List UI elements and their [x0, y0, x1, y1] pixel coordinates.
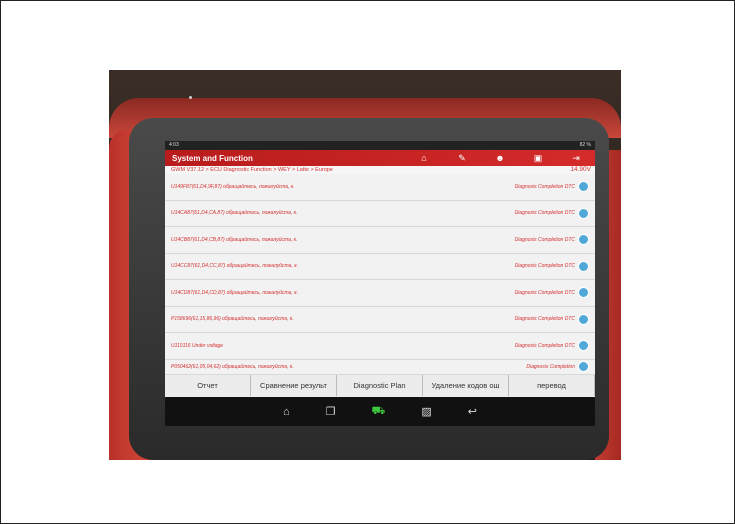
- gallery-icon[interactable]: ▨: [421, 405, 431, 418]
- compare-results-button[interactable]: Сравнение результ: [251, 375, 337, 396]
- dtc-code: U14CD87(61,D4,CD,87) обращайтесь, пожалу…: [171, 289, 298, 296]
- list-item[interactable]: U14CB87(61,D4,CB,87) обращайтесь, пожалу…: [165, 227, 595, 254]
- dtc-status: Diagnosis Completion DTC: [514, 263, 575, 270]
- back-icon[interactable]: ↩: [468, 405, 477, 418]
- dtc-list: U149F87(61,D4,9F,87) обращайтесь, пожалу…: [165, 174, 595, 375]
- search-icon[interactable]: [578, 260, 589, 272]
- breadcrumb: GWM V37.12 > ECU Diagnostic Function > W…: [165, 166, 595, 174]
- car-icon[interactable]: ⛟: [372, 405, 386, 419]
- dtc-code: U110116 Under voltage: [171, 342, 224, 349]
- title-bar: System and Function ⌂ ✎ ☻ ▣ ⇥: [165, 150, 595, 166]
- voltage-readout: 14.90V: [570, 166, 591, 173]
- dtc-code: U149F87(61,D4,9F,87) обращайтесь, пожалу…: [171, 183, 295, 190]
- list-item[interactable]: P158696(61,15,86,96) обращайтесь, пожалу…: [165, 306, 595, 333]
- list-item[interactable]: U110116 Under voltage Diagnosis Completi…: [165, 333, 595, 360]
- action-bar: Отчет Сравнение результ Diagnostic Plan …: [165, 375, 595, 396]
- list-item[interactable]: P050462(61,05,04,62) обращайтесь, пожалу…: [165, 359, 595, 375]
- translate-button[interactable]: перевод: [509, 375, 595, 396]
- search-icon[interactable]: [578, 181, 589, 193]
- home-icon[interactable]: ⌂: [283, 406, 290, 418]
- search-icon[interactable]: [578, 207, 589, 219]
- list-item[interactable]: U149F87(61,D4,9F,87) обращайтесь, пожалу…: [165, 174, 595, 201]
- dtc-status: Diagnosis Completion DTC: [514, 183, 575, 190]
- search-icon[interactable]: [578, 287, 589, 299]
- dtc-status: Diagnosis Completion: [526, 363, 575, 370]
- exit-icon[interactable]: ⇥: [557, 150, 595, 166]
- dtc-code: P050462(61,05,04,62) обращайтесь, пожалу…: [171, 363, 294, 370]
- status-time: 4:03: [169, 142, 179, 148]
- search-icon[interactable]: [578, 234, 589, 246]
- list-item[interactable]: U14CC87(61,D4,CC,87) обращайтесь, пожалу…: [165, 253, 595, 280]
- dtc-status: Diagnosis Completion DTC: [514, 316, 575, 323]
- print-icon[interactable]: ▣: [519, 150, 557, 166]
- clear-codes-button[interactable]: Удаление кодов ош: [423, 375, 509, 396]
- dtc-code: P158696(61,15,86,96) обращайтесь, пожалу…: [171, 316, 294, 323]
- case-screw: [189, 96, 192, 99]
- search-icon[interactable]: [578, 313, 589, 325]
- status-battery: 82 %: [579, 142, 591, 148]
- dtc-code: U14CC87(61,D4,CC,87) обращайтесь, пожалу…: [171, 263, 298, 270]
- tablet-screen: 4:03 82 % System and Function ⌂ ✎ ☻ ▣ ⇥ …: [165, 141, 595, 426]
- report-button[interactable]: Отчет: [165, 375, 251, 396]
- search-icon[interactable]: [578, 340, 589, 352]
- edit-icon[interactable]: ✎: [443, 150, 481, 166]
- home-icon[interactable]: ⌂: [405, 150, 443, 166]
- status-bar: 4:03 82 %: [165, 141, 595, 150]
- dtc-status: Diagnosis Completion DTC: [514, 210, 575, 217]
- dtc-status: Diagnosis Completion DTC: [514, 289, 575, 296]
- dtc-code: U14CB87(61,D4,CB,87) обращайтесь, пожалу…: [171, 236, 298, 243]
- diagnostic-plan-button[interactable]: Diagnostic Plan: [337, 375, 423, 396]
- user-icon[interactable]: ☻: [481, 150, 519, 166]
- dtc-status: Diagnosis Completion DTC: [514, 236, 575, 243]
- list-item[interactable]: U14CD87(61,D4,CD,87) обращайтесь, пожалу…: [165, 280, 595, 307]
- list-item[interactable]: U14CA87(61,D4,CA,87) обращайтесь, пожалу…: [165, 200, 595, 227]
- search-icon[interactable]: [578, 361, 589, 372]
- recent-apps-icon[interactable]: ❐: [326, 405, 336, 418]
- page-title: System and Function: [172, 153, 253, 163]
- dtc-status: Diagnosis Completion DTC: [514, 342, 575, 349]
- dtc-code: U14CA87(61,D4,CA,87) обращайтесь, пожалу…: [171, 210, 298, 217]
- android-nav-bar: ⌂ ❐ ⛟ ▨ ↩: [165, 397, 595, 426]
- breadcrumb-path: GWM V37.12 > ECU Diagnostic Function > W…: [171, 167, 333, 173]
